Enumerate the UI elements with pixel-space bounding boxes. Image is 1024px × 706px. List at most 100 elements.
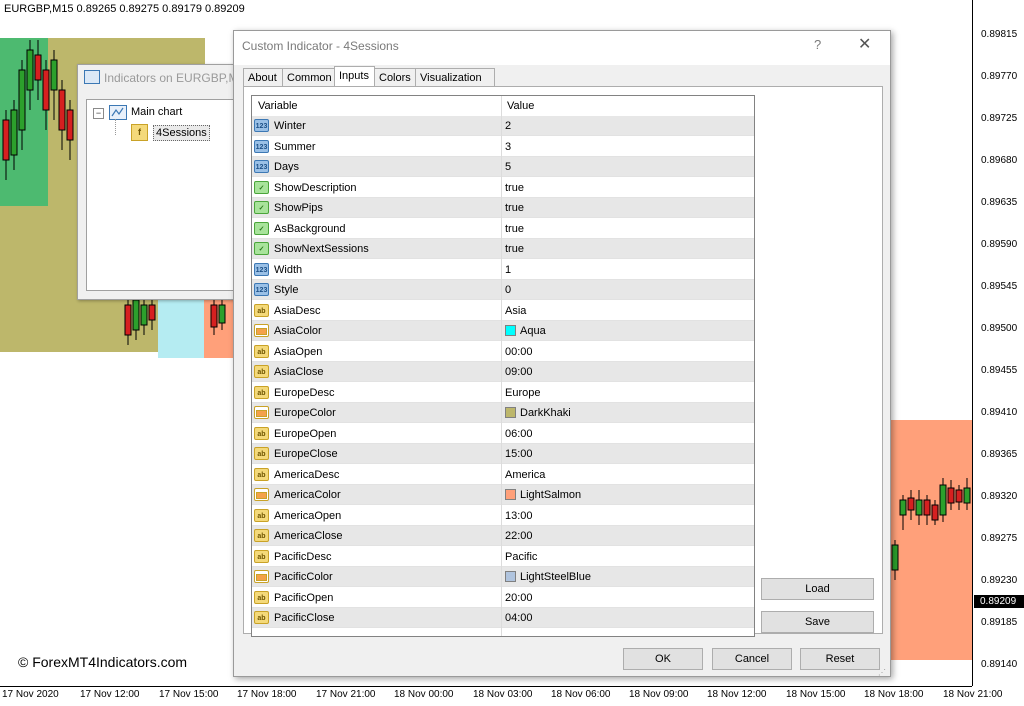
table-row[interactable]: 123 Style 0 — [252, 280, 754, 300]
tab-visualization[interactable]: Visualization — [415, 68, 495, 86]
table-row[interactable]: ab AmericaDesc America — [252, 465, 754, 485]
help-icon[interactable]: ? — [814, 37, 821, 52]
tree-item-4sessions[interactable]: 4Sessions — [153, 125, 210, 141]
param-value[interactable]: 15:00 — [505, 448, 533, 460]
custom-indicator-icon: f — [131, 124, 148, 141]
save-button[interactable]: Save — [761, 611, 874, 633]
table-row[interactable]: ab AmericaClose 22:00 — [252, 526, 754, 546]
time-tick: 18 Nov 09:00 — [629, 689, 689, 700]
param-value[interactable]: true — [505, 223, 524, 235]
table-row[interactable]: AsiaColor Aqua — [252, 321, 754, 341]
str-type-icon: ab — [254, 385, 269, 399]
table-row[interactable]: 123 Days 5 — [252, 157, 754, 177]
param-value[interactable]: 00:00 — [505, 346, 533, 358]
param-name: AsiaColor — [274, 325, 322, 337]
table-row[interactable]: ✓ ShowDescription true — [252, 178, 754, 198]
price-tick: 0.89455 — [981, 365, 1018, 376]
table-row[interactable]: ab AsiaClose 09:00 — [252, 362, 754, 382]
table-row[interactable]: ✓ AsBackground true — [252, 219, 754, 239]
table-row[interactable]: ab PacificDesc Pacific — [252, 547, 754, 567]
table-row[interactable]: AmericaColor LightSalmon — [252, 485, 754, 505]
table-row[interactable]: 123 Width 1 — [252, 260, 754, 280]
param-value[interactable]: true — [505, 243, 524, 255]
bool-type-icon: ✓ — [254, 180, 269, 194]
time-axis[interactable]: 17 Nov 2020 17 Nov 12:00 17 Nov 15:00 17… — [0, 686, 1003, 706]
table-row[interactable]: 123 Summer 3 — [252, 137, 754, 157]
current-price-label: 0.89209 — [974, 595, 1024, 608]
tree-item-main-chart[interactable]: Main chart — [131, 106, 182, 118]
str-type-icon: ab — [254, 303, 269, 317]
table-row[interactable]: ab EuropeOpen 06:00 — [252, 424, 754, 444]
param-value[interactable]: true — [505, 202, 524, 214]
tab-inputs[interactable]: Inputs — [334, 66, 375, 87]
table-row[interactable]: 123 Winter 2 — [252, 116, 754, 136]
table-row[interactable]: EuropeColor DarkKhaki — [252, 403, 754, 423]
table-row[interactable]: PacificColor LightSteelBlue — [252, 567, 754, 587]
param-value[interactable]: true — [505, 182, 524, 194]
watermark-text: © ForexMT4Indicators.com — [18, 654, 188, 670]
param-value[interactable]: 13:00 — [505, 510, 533, 522]
cancel-button[interactable]: Cancel — [712, 648, 792, 670]
tree-collapse-icon[interactable]: − — [93, 108, 104, 119]
param-name: ShowNextSessions — [274, 243, 369, 255]
table-row[interactable]: ab AmericaOpen 13:00 — [252, 506, 754, 526]
param-value[interactable]: 09:00 — [505, 366, 533, 378]
price-tick: 0.89590 — [981, 239, 1018, 250]
param-value[interactable]: 04:00 — [505, 612, 533, 624]
price-tick: 0.89815 — [981, 29, 1018, 40]
param-name: Summer — [274, 140, 316, 153]
table-row[interactable]: ab PacificOpen 20:00 — [252, 588, 754, 608]
time-tick: 18 Nov 00:00 — [394, 689, 454, 700]
resize-grip-icon[interactable]: ⋰ — [878, 668, 886, 677]
time-tick: 17 Nov 12:00 — [80, 689, 140, 700]
param-value[interactable]: 5 — [505, 161, 511, 173]
tab-colors[interactable]: Colors — [374, 68, 416, 86]
inputs-table[interactable]: Variable Value 123 Winter 2 123 Summer 3 123 Da… — [251, 95, 755, 637]
int-type-icon: 123 — [254, 262, 269, 276]
column-header-value[interactable]: Value — [507, 100, 534, 112]
ok-button[interactable]: OK — [623, 648, 703, 670]
bool-type-icon: ✓ — [254, 242, 269, 255]
param-value[interactable]: Pacific — [505, 551, 537, 563]
tree-line — [115, 119, 117, 135]
table-row[interactable]: ab AsiaOpen 00:00 — [252, 342, 754, 362]
load-button[interactable]: Load — [761, 578, 874, 600]
param-value[interactable]: America — [505, 469, 545, 481]
param-value[interactable]: 20:00 — [505, 592, 533, 604]
tab-about[interactable]: About — [243, 68, 283, 86]
param-name: PacificColor — [274, 571, 333, 583]
table-row[interactable]: ab AsiaDesc Asia — [252, 301, 754, 321]
close-icon[interactable]: ✕ — [858, 34, 871, 54]
param-value[interactable]: Aqua — [520, 325, 546, 337]
param-value[interactable]: Europe — [505, 387, 540, 399]
param-value[interactable]: Asia — [505, 305, 526, 317]
param-value[interactable]: LightSteelBlue — [520, 571, 591, 583]
param-value[interactable]: 1 — [505, 264, 511, 276]
table-row[interactable]: ab EuropeDesc Europe — [252, 383, 754, 403]
param-name: AsiaOpen — [274, 345, 323, 358]
table-row[interactable]: ✓ ShowPips true — [252, 198, 754, 218]
param-value[interactable]: 22:00 — [505, 530, 533, 542]
color-type-icon — [254, 406, 269, 419]
param-value[interactable]: 0 — [505, 284, 511, 296]
str-type-icon: ab — [254, 549, 269, 563]
param-value[interactable]: 06:00 — [505, 428, 533, 440]
price-tick: 0.89500 — [981, 323, 1018, 334]
price-axis[interactable]: 0.89815 0.89770 0.89725 0.89680 0.89635 … — [972, 0, 1024, 686]
param-value[interactable]: 2 — [505, 120, 511, 132]
bool-type-icon: ✓ — [254, 201, 269, 214]
table-row[interactable]: ab EuropeClose 15:00 — [252, 444, 754, 464]
param-name: AsiaClose — [274, 366, 324, 378]
param-value[interactable]: 3 — [505, 141, 511, 153]
price-tick: 0.89545 — [981, 281, 1018, 292]
param-value[interactable]: LightSalmon — [520, 489, 581, 501]
table-row[interactable]: ab PacificClose 04:00 — [252, 608, 754, 628]
price-tick: 0.89680 — [981, 155, 1018, 166]
param-value[interactable]: DarkKhaki — [520, 407, 571, 419]
column-header-variable[interactable]: Variable — [258, 100, 298, 112]
time-tick: 18 Nov 21:00 — [943, 689, 1003, 700]
table-row[interactable]: ✓ ShowNextSessions true — [252, 239, 754, 259]
reset-button[interactable]: Reset — [800, 648, 880, 670]
tab-common[interactable]: Common — [282, 68, 335, 86]
param-name: AmericaDesc — [274, 468, 340, 481]
